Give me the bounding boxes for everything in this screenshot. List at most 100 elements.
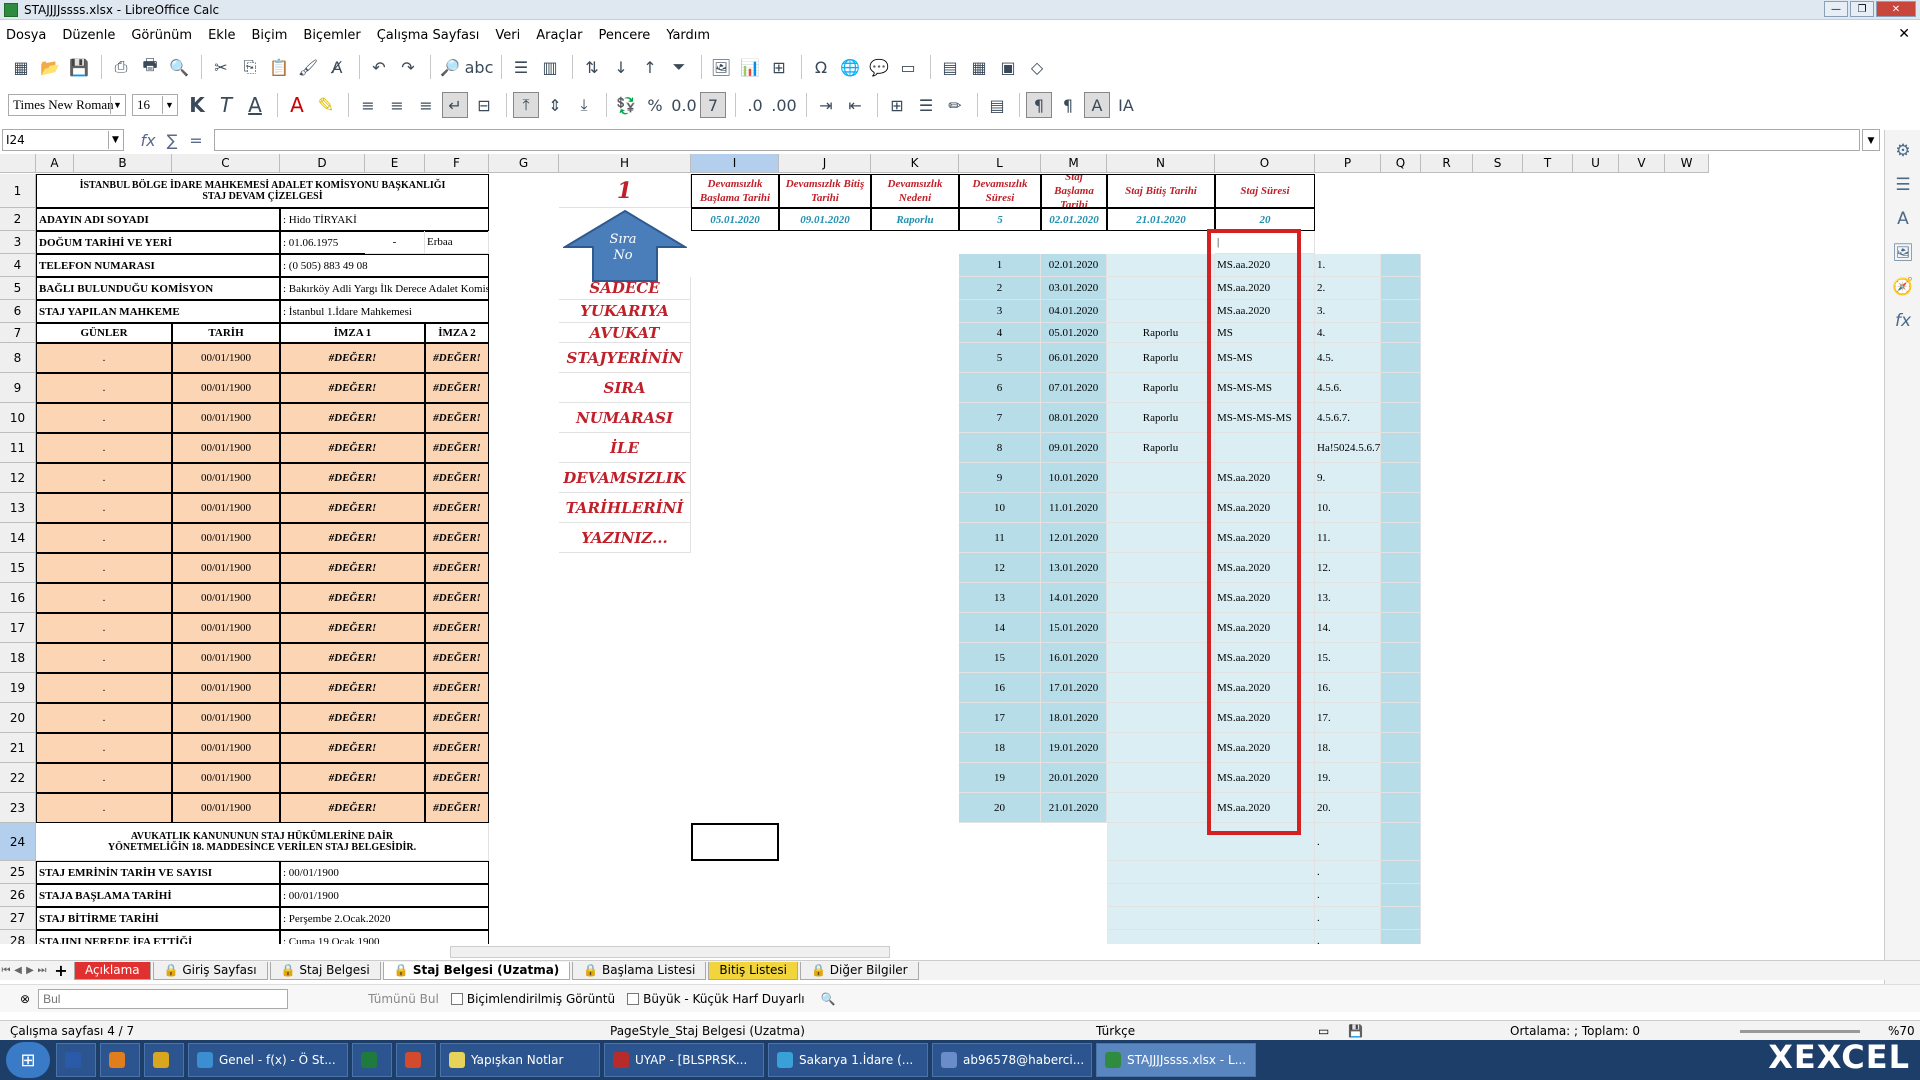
signature1-cell[interactable]: #DEĞER! [280, 403, 425, 433]
row-header[interactable]: 25 [0, 861, 36, 884]
calc-sequence[interactable]: 17. [1315, 703, 1381, 733]
signature2-cell[interactable]: #DEĞER! [425, 673, 489, 703]
calc-fill[interactable] [1381, 823, 1421, 861]
conditional-format-icon[interactable]: ▤ [984, 92, 1010, 118]
menu-dosya[interactable]: Dosya [6, 28, 46, 43]
absence-header[interactable]: Devamsızlık Nedeni [871, 174, 959, 208]
column-header[interactable]: J [779, 154, 871, 173]
calc-fill[interactable] [1381, 553, 1421, 583]
calc-fill[interactable] [1381, 613, 1421, 643]
calc-sequence[interactable]: 11. [1315, 523, 1381, 553]
instruction-word[interactable]: YUKARIYA [559, 300, 691, 323]
signature1-cell[interactable]: #DEĞER! [280, 463, 425, 493]
calc-fill[interactable] [1381, 733, 1421, 763]
calc-tail[interactable]: . [1315, 884, 1381, 907]
expand-formula-icon[interactable]: ▼ [1862, 129, 1880, 151]
row-header[interactable]: 6 [0, 300, 36, 323]
row-header[interactable]: 3 [0, 231, 36, 254]
sort-desc-icon[interactable]: ↑ [637, 54, 663, 80]
row-header[interactable]: 20 [0, 703, 36, 733]
day-cell[interactable]: . [36, 703, 172, 733]
day-cell[interactable]: . [36, 793, 172, 823]
find-replace-icon[interactable]: 🔎 [437, 54, 463, 80]
align-left-icon[interactable]: ≡ [355, 92, 381, 118]
split-window-icon[interactable]: ▣ [995, 54, 1021, 80]
calc-index[interactable]: 2 [959, 277, 1041, 300]
freeze-rows-icon[interactable]: ▦ [966, 54, 992, 80]
day-cell[interactable]: . [36, 523, 172, 553]
column-header[interactable]: W [1665, 154, 1709, 173]
name-box[interactable]: I24 ▼ [2, 129, 124, 151]
delete-decimal-icon[interactable]: .00 [771, 92, 797, 118]
calc-index[interactable]: 12 [959, 553, 1041, 583]
o3-cell[interactable]: | [1215, 231, 1315, 254]
calc-sequence[interactable]: 18. [1315, 733, 1381, 763]
date-cell[interactable]: 00/01/1900 [172, 763, 280, 793]
calc-sequence[interactable]: 10. [1315, 493, 1381, 523]
align-middle-icon[interactable]: ⇕ [542, 92, 568, 118]
match-case-checkbox[interactable] [627, 992, 640, 1005]
calc-fill[interactable] [1381, 373, 1421, 403]
signature2-cell[interactable]: #DEĞER! [425, 343, 489, 373]
calc-reason[interactable]: Raporlu [1107, 343, 1215, 373]
column-header[interactable]: C [172, 154, 280, 173]
copy-icon[interactable]: ⎘ [237, 54, 263, 80]
special-character-icon[interactable]: Ω [808, 54, 834, 80]
functions-icon[interactable]: fx [1890, 308, 1916, 334]
sheet-tab[interactable]: 🔒 Başlama Listesi [572, 961, 707, 980]
calc-sequence[interactable]: 1. [1315, 254, 1381, 277]
align-center-icon[interactable]: ≡ [384, 92, 410, 118]
row-header[interactable]: 8 [0, 343, 36, 373]
info-value[interactable]: : İstanbul 1.İdare Mahkemesi [280, 300, 489, 323]
taskbar-app[interactable]: Sakarya 1.İdare (... [768, 1043, 928, 1077]
instruction-word[interactable]: İLE [559, 433, 691, 463]
save-icon[interactable]: 💾 [66, 54, 92, 80]
column-header[interactable]: V [1619, 154, 1665, 173]
calc-code[interactable]: MS.aa.2020 [1215, 613, 1315, 643]
calc-date[interactable]: 11.01.2020 [1041, 493, 1107, 523]
date-cell[interactable]: 00/01/1900 [172, 373, 280, 403]
signature2-cell[interactable]: #DEĞER! [425, 433, 489, 463]
sheet-tab[interactable]: 🔒 Diğer Bilgiler [800, 961, 919, 980]
column-header[interactable]: A [36, 154, 74, 173]
align-bottom-icon[interactable]: ⤓ [571, 92, 597, 118]
calc-sequence[interactable]: 14. [1315, 613, 1381, 643]
calc-index[interactable]: 16 [959, 673, 1041, 703]
row-header[interactable]: 4 [0, 254, 36, 277]
taskbar-app[interactable]: Genel - f(x) - Ö St... [188, 1043, 348, 1077]
calc-fill[interactable] [1381, 673, 1421, 703]
table-header[interactable]: İMZA 2 [425, 323, 489, 343]
calc-date[interactable]: 03.01.2020 [1041, 277, 1107, 300]
export-pdf-icon[interactable]: ⎙ [108, 54, 134, 80]
signature1-cell[interactable]: #DEĞER! [280, 553, 425, 583]
taskbar-app[interactable] [100, 1043, 140, 1077]
maximize-button[interactable]: ❐ [1850, 1, 1874, 17]
signature1-cell[interactable]: #DEĞER! [280, 493, 425, 523]
calc-index[interactable]: 18 [959, 733, 1041, 763]
sheet-tab[interactable]: 🔒 Staj Belgesi (Uzatma) [382, 961, 571, 980]
calc-code[interactable]: MS [1215, 323, 1315, 343]
calc-reason[interactable] [1107, 703, 1215, 733]
calc-date[interactable]: 16.01.2020 [1041, 643, 1107, 673]
row-header[interactable]: 28 [0, 930, 36, 944]
calc-code[interactable]: MS-MS-MS [1215, 373, 1315, 403]
instruction-word[interactable]: AVUKAT [559, 323, 691, 343]
date-cell[interactable]: 00/01/1900 [172, 463, 280, 493]
calc-sequence[interactable]: 9. [1315, 463, 1381, 493]
calc-fill[interactable] [1381, 643, 1421, 673]
info-label[interactable]: ADAYIN ADI SOYADI [36, 208, 280, 231]
calc-date[interactable]: 14.01.2020 [1041, 583, 1107, 613]
start-button-icon[interactable]: ⊞ [6, 1042, 50, 1078]
calc-fill[interactable] [1381, 703, 1421, 733]
footer-label[interactable]: STAJ BİTİRME TARİHİ [36, 907, 280, 930]
signature2-cell[interactable]: #DEĞER! [425, 763, 489, 793]
calc-code[interactable] [1215, 433, 1315, 463]
first-sheet-icon[interactable]: ⏮ [0, 965, 12, 976]
calc-sequence[interactable]: 4. [1315, 323, 1381, 343]
signature2-cell[interactable]: #DEĞER! [425, 643, 489, 673]
merge-cells-icon[interactable]: ⊟ [471, 92, 497, 118]
cut-icon[interactable]: ✂ [208, 54, 234, 80]
column-header[interactable]: B [74, 154, 172, 173]
bold-icon[interactable]: K [184, 92, 210, 118]
signature1-cell[interactable]: #DEĞER! [280, 763, 425, 793]
